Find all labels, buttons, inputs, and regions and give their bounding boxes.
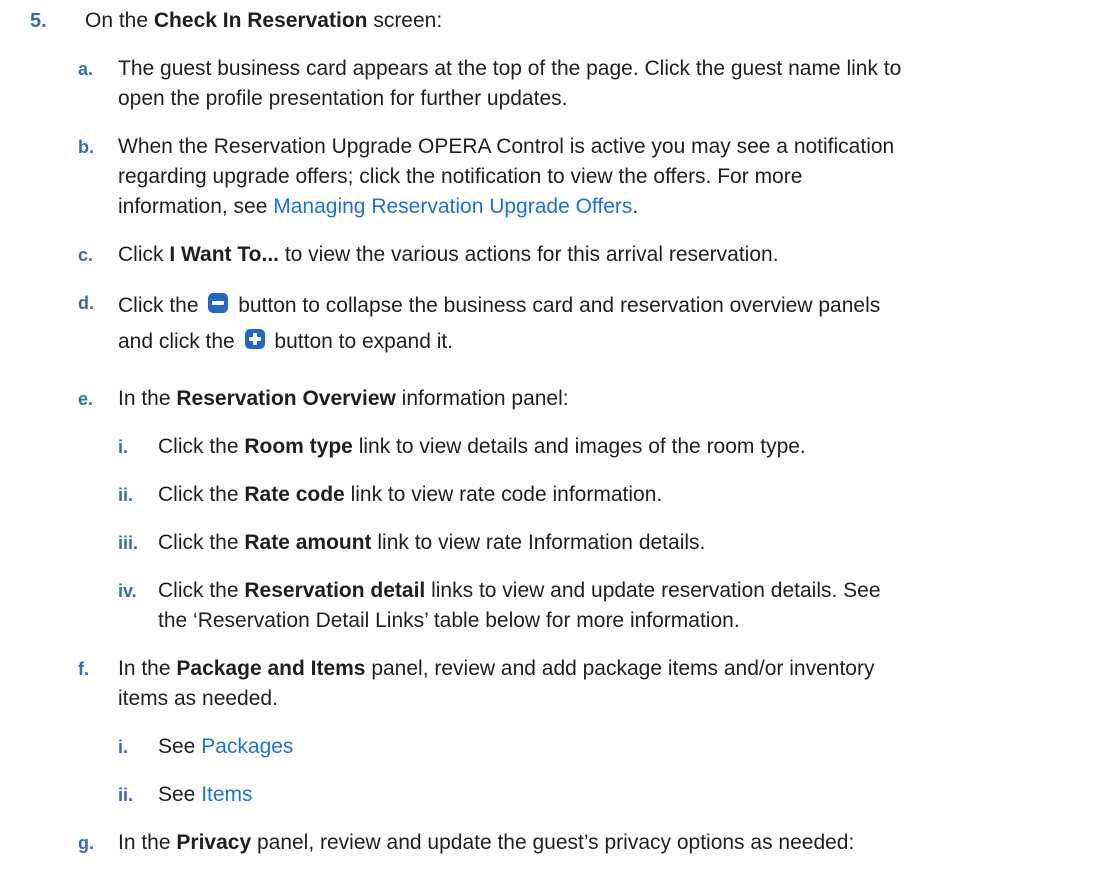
minus-icon xyxy=(208,293,229,313)
document-page: 5. On the Check In Reservation screen: a… xyxy=(0,0,1115,884)
substep-letter: a. xyxy=(78,59,94,79)
item-number: ii. xyxy=(118,485,134,505)
substep-e: e. In the Reservation Overview informati… xyxy=(78,384,569,414)
substep-c: c. Click I Want To... to view the variou… xyxy=(78,240,779,270)
substep-b: b. When the Reservation Upgrade OPERA Co… xyxy=(78,132,894,222)
step-number: 5. xyxy=(30,10,47,32)
item-number: ii. xyxy=(118,785,134,805)
packages-link[interactable]: Packages xyxy=(201,735,293,758)
list-item-e-iii: iii. Click the Rate amount link to view … xyxy=(118,528,705,558)
managing-upgrade-offers-link[interactable]: Managing Reservation Upgrade Offers xyxy=(273,195,632,218)
list-item-e-ii: ii. Click the Rate code link to view rat… xyxy=(118,480,662,510)
item-text: See Packages xyxy=(158,735,294,758)
list-item-f-ii: ii. See Items xyxy=(118,780,253,810)
list-item-e-iv: iv. Click the Reservation detail links t… xyxy=(118,576,881,636)
substep-letter: d. xyxy=(78,293,94,313)
substep-letter: e. xyxy=(78,389,94,409)
item-text: Click the Rate amount link to view rate … xyxy=(158,531,706,554)
item-text: Click the Rate code link to view rate co… xyxy=(158,483,663,506)
list-item-e-i: i. Click the Room type link to view deta… xyxy=(118,432,806,462)
item-number: iv. xyxy=(118,581,137,601)
items-link[interactable]: Items xyxy=(201,783,252,806)
item-text: See Items xyxy=(158,783,253,806)
substep-letter: f. xyxy=(78,659,89,679)
substep-text: Click the button to collapse the busines… xyxy=(118,293,881,353)
list-item-f-i: i. See Packages xyxy=(118,732,293,762)
substep-text: Click I Want To... to view the various a… xyxy=(118,243,779,266)
substep-text: In the Package and Items panel, review a… xyxy=(118,657,875,710)
substep-a: a. The guest business card appears at th… xyxy=(78,54,901,114)
substep-g: g. In the Privacy panel, review and upda… xyxy=(78,828,854,858)
substep-d: d. Click the button to collapse the busi… xyxy=(78,288,880,360)
item-number: iii. xyxy=(118,533,139,553)
substep-letter: c. xyxy=(78,245,94,265)
item-text: Click the Room type link to view details… xyxy=(158,435,806,458)
substep-text: The guest business card appears at the t… xyxy=(118,57,902,110)
substep-f: f. In the Package and Items panel, revie… xyxy=(78,654,874,714)
item-text: Click the Reservation detail links to vi… xyxy=(158,579,881,632)
substep-text: In the Reservation Overview information … xyxy=(118,387,569,410)
plus-icon xyxy=(244,329,265,349)
step-5: 5. On the Check In Reservation screen: xyxy=(30,6,442,36)
item-number: i. xyxy=(118,437,129,457)
item-number: i. xyxy=(118,737,129,757)
substep-text: When the Reservation Upgrade OPERA Contr… xyxy=(118,135,895,218)
substep-text: In the Privacy panel, review and update … xyxy=(118,831,855,854)
substep-letter: b. xyxy=(78,137,94,157)
substep-letter: g. xyxy=(78,833,94,853)
step-text: On the Check In Reservation screen: xyxy=(85,9,443,32)
